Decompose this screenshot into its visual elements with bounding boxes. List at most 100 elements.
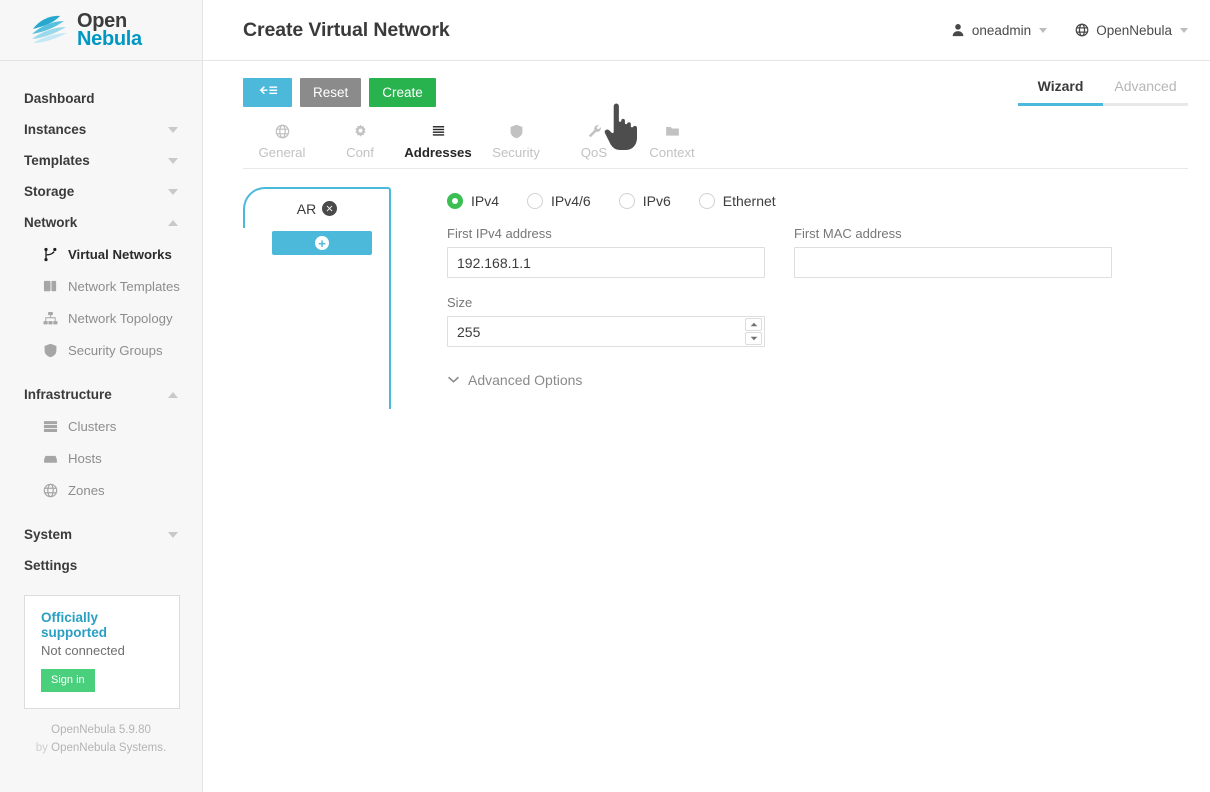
plus-circle-icon: + <box>315 236 329 250</box>
size-stepper <box>447 316 765 347</box>
sidebar-item-label: Instances <box>24 122 87 137</box>
first-mac-field-group: First MAC address <box>794 226 1112 278</box>
tab-advanced[interactable]: Advanced <box>1103 78 1188 106</box>
size-input[interactable] <box>447 316 765 347</box>
shield-icon <box>41 341 59 359</box>
radio-ethernet[interactable]: Ethernet <box>698 193 776 209</box>
sidebar-item-label: Network Templates <box>68 278 180 294</box>
sidebar-item-dashboard[interactable]: Dashboard <box>0 83 202 114</box>
sidebar-item-network-topology[interactable]: Network Topology <box>0 302 202 334</box>
logo[interactable]: Open Nebula <box>0 0 202 61</box>
first-ipv4-label: First IPv4 address <box>447 226 552 241</box>
reset-button[interactable]: Reset <box>300 78 362 107</box>
list-lines-icon <box>431 121 446 141</box>
sidebar-item-security-groups[interactable]: Security Groups <box>0 334 202 366</box>
radio-ipv4-6[interactable]: IPv4/6 <box>527 193 591 209</box>
by-prefix: by <box>35 742 48 755</box>
spinner-down-button[interactable] <box>745 332 762 345</box>
sidebar-item-label: Hosts <box>68 450 102 466</box>
first-ipv4-input[interactable] <box>447 247 765 278</box>
support-status: Not connected <box>41 643 125 658</box>
size-label: Size <box>447 295 473 310</box>
radio-ipv4[interactable]: IPv4 <box>447 193 499 209</box>
first-ipv4-field-group: First IPv4 address <box>447 226 765 278</box>
toolbar: Reset Create Wizard Advanced <box>203 61 1210 107</box>
tab-label: Security <box>492 145 540 160</box>
sidebar: Open Nebula Dashboard Instances Template… <box>0 0 203 792</box>
chevron-up-icon <box>168 391 178 398</box>
addresses-panel: AR + IPv4 IPv4/6 IPv6 Ethernet First IPv… <box>243 169 1210 409</box>
chevron-down-icon <box>1039 27 1048 33</box>
sidebar-item-label: Network <box>24 215 78 230</box>
ar-tab-label: AR <box>296 200 317 217</box>
globe-icon <box>275 121 290 141</box>
sidebar-item-label: Zones <box>68 482 105 498</box>
version-text: OpenNebula 5.9.80 <box>51 724 151 737</box>
app-root: Open Nebula Dashboard Instances Template… <box>0 0 1210 792</box>
radio-label: IPv4 <box>471 193 500 209</box>
size-spinner <box>745 318 762 345</box>
sidebar-item-label: Dashboard <box>24 91 95 106</box>
arrow-left-list-icon <box>256 84 280 102</box>
ar-tab[interactable]: AR <box>243 187 391 228</box>
create-button[interactable]: Create <box>369 78 436 107</box>
company-name: OpenNebula Systems. <box>51 742 167 755</box>
tab-conf[interactable]: Conf <box>321 121 399 168</box>
tab-qos[interactable]: QoS <box>555 121 633 168</box>
logo-text-nebula: Nebula <box>77 27 142 50</box>
user-menu[interactable]: oneadmin <box>951 23 1048 38</box>
sign-in-button[interactable]: Sign in <box>41 669 95 692</box>
address-type-radio-group: IPv4 IPv4/6 IPv6 Ethernet <box>447 193 1210 209</box>
sidebar-item-system[interactable]: System <box>0 519 202 550</box>
spinner-up-button[interactable] <box>745 318 762 331</box>
radio-ipv6[interactable]: IPv6 <box>618 193 671 209</box>
user-icon <box>951 23 965 37</box>
chevron-down-icon <box>168 531 178 538</box>
close-circle-icon[interactable] <box>322 201 338 216</box>
globe-icon <box>1075 23 1089 37</box>
zone-menu[interactable]: OpenNebula <box>1075 23 1188 38</box>
sidebar-item-label: Settings <box>24 558 78 573</box>
radio-dot-icon <box>527 193 544 209</box>
sidebar-item-label: Storage <box>24 184 75 199</box>
sidebar-item-label: Virtual Networks <box>68 246 172 262</box>
sidebar-item-label: Security Groups <box>68 342 163 358</box>
sidebar-item-infrastructure[interactable]: Infrastructure <box>0 379 202 410</box>
sidebar-item-label: Network Topology <box>68 310 173 326</box>
radio-label: IPv6 <box>642 193 671 209</box>
sidebar-item-network-templates[interactable]: Network Templates <box>0 270 202 302</box>
topbar-right: oneadmin OpenNebula <box>951 23 1188 38</box>
sidebar-item-storage[interactable]: Storage <box>0 176 202 207</box>
tab-context[interactable]: Context <box>633 121 711 168</box>
tab-wizard[interactable]: Wizard <box>1018 78 1103 106</box>
sidebar-item-virtual-networks[interactable]: Virtual Networks <box>0 238 202 270</box>
tab-general[interactable]: General <box>243 121 321 168</box>
shield-icon <box>509 121 524 141</box>
sidebar-item-instances[interactable]: Instances <box>0 114 202 145</box>
first-mac-input[interactable] <box>794 247 1112 278</box>
sidebar-item-settings[interactable]: Settings <box>0 550 202 581</box>
sidebar-item-network[interactable]: Network <box>0 207 202 238</box>
sidebar-item-hosts[interactable]: Hosts <box>0 442 202 474</box>
back-to-list-button[interactable] <box>243 78 292 107</box>
radio-label: IPv4/6 <box>551 193 591 209</box>
chevron-up-icon <box>168 219 178 226</box>
add-ar-button[interactable]: + <box>272 231 372 255</box>
first-mac-label: First MAC address <box>794 226 902 241</box>
mode-tabs: Wizard Advanced <box>1018 78 1188 106</box>
sidebar-footer: OpenNebula 5.9.80 by OpenNebula Systems. <box>0 722 202 758</box>
address-fields-row: First IPv4 address First MAC address <box>447 226 1210 295</box>
tab-label: Addresses <box>404 145 472 160</box>
advanced-options-toggle[interactable]: Advanced Options <box>447 371 1210 389</box>
sidebar-item-zones[interactable]: Zones <box>0 474 202 506</box>
tab-addresses[interactable]: Addresses <box>399 121 477 168</box>
tab-label: General <box>258 145 306 160</box>
sidebar-item-templates[interactable]: Templates <box>0 145 202 176</box>
tab-security[interactable]: Security <box>477 121 555 168</box>
sidebar-item-clusters[interactable]: Clusters <box>0 410 202 442</box>
sidebar-item-label: Infrastructure <box>24 387 112 402</box>
globe-icon <box>41 481 59 499</box>
chevron-down-icon <box>168 188 178 195</box>
